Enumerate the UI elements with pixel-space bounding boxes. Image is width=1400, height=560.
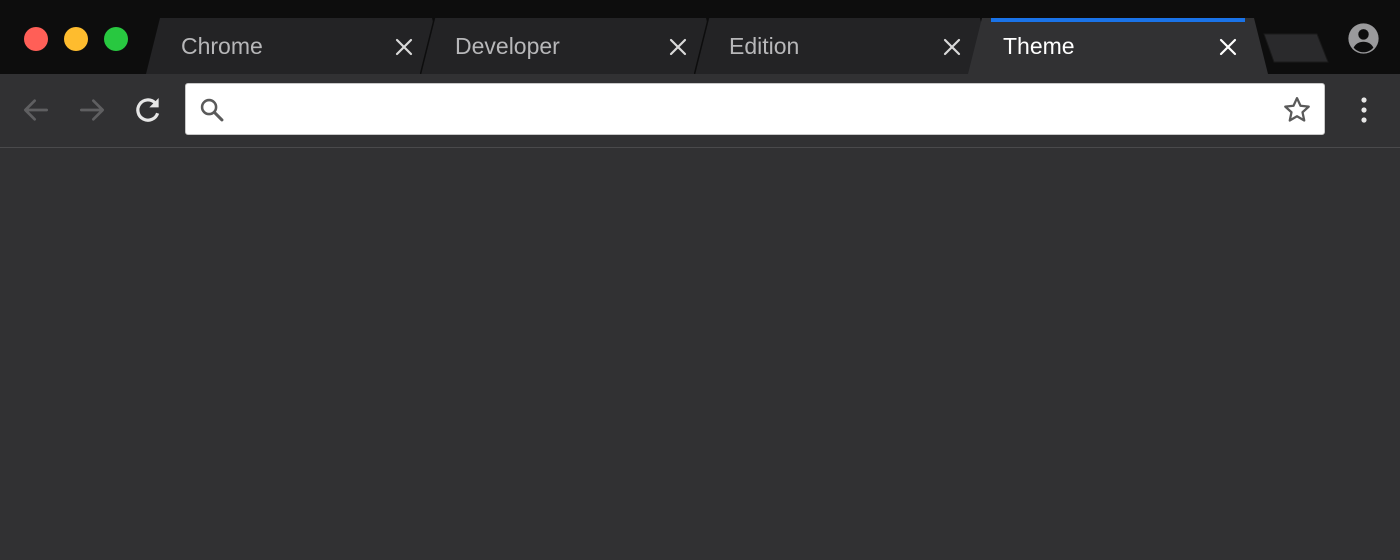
window-close-button[interactable] xyxy=(24,27,48,51)
active-tab-indicator xyxy=(991,18,1245,22)
close-icon[interactable] xyxy=(942,37,962,57)
tab-label: Theme xyxy=(1003,33,1075,59)
arrow-left-icon[interactable] xyxy=(20,94,52,126)
tab-theme[interactable]: Theme xyxy=(968,18,1268,74)
reload-icon[interactable] xyxy=(132,94,164,126)
address-bar[interactable] xyxy=(185,83,1325,135)
account-circle-icon[interactable] xyxy=(1347,22,1380,55)
tab-label: Edition xyxy=(729,33,800,59)
tab-edition[interactable]: Edition xyxy=(694,18,994,74)
window-maximize-button[interactable] xyxy=(104,27,128,51)
tab-label: Chrome xyxy=(181,33,263,59)
address-input[interactable] xyxy=(238,92,1272,128)
window-minimize-button[interactable] xyxy=(64,27,88,51)
tab-chrome[interactable]: Chrome xyxy=(146,18,446,74)
tab-label: Developer xyxy=(455,33,560,59)
new-tab-button[interactable] xyxy=(1262,33,1330,63)
browser-window: Chrome Developer Edition Theme xyxy=(0,0,1400,560)
search-icon xyxy=(200,98,224,122)
close-icon[interactable] xyxy=(394,37,414,57)
toolbar xyxy=(0,74,1400,148)
close-icon[interactable] xyxy=(1218,37,1238,57)
arrow-right-icon[interactable] xyxy=(76,94,108,126)
close-icon[interactable] xyxy=(668,37,688,57)
page-content xyxy=(0,148,1400,560)
tab-strip: Chrome Developer Edition Theme xyxy=(0,0,1400,74)
star-outline-icon[interactable] xyxy=(1282,95,1312,125)
tab-developer[interactable]: Developer xyxy=(420,18,720,74)
vertical-dots-icon[interactable] xyxy=(1352,94,1376,126)
